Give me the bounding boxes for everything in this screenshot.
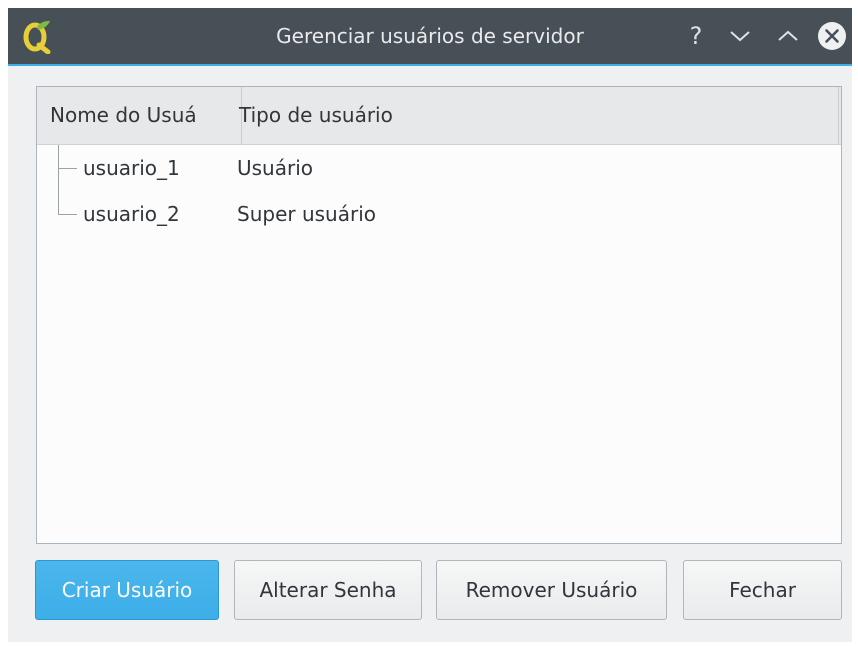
minimize-button[interactable]: [724, 20, 756, 52]
change-password-button[interactable]: Alterar Senha: [234, 560, 422, 620]
users-tree[interactable]: Nome do Usuá Tipo de usuário usuario_1 U…: [36, 86, 842, 544]
help-button[interactable]: ?: [680, 20, 712, 52]
help-label: ?: [689, 22, 703, 50]
close-window-button[interactable]: [816, 20, 848, 52]
column-header-name[interactable]: Nome do Usuá: [37, 87, 242, 144]
maximize-button[interactable]: [772, 20, 804, 52]
dialog-window: Gerenciar usuários de servidor ? Nome do…: [8, 8, 852, 642]
remove-user-button[interactable]: Remover Usuário: [436, 560, 667, 620]
title-bar[interactable]: Gerenciar usuários de servidor ?: [8, 8, 852, 64]
user-name-cell: usuario_1: [83, 156, 180, 180]
table-row[interactable]: usuario_1 Usuário: [37, 145, 841, 191]
chevron-down-icon: [730, 31, 750, 42]
user-type-cell: Super usuário: [237, 202, 376, 226]
qgis-icon: [22, 18, 52, 55]
user-name-cell: usuario_2: [83, 202, 180, 226]
close-button[interactable]: Fechar: [683, 560, 842, 620]
column-header-type[interactable]: Tipo de usuário: [230, 87, 847, 144]
tree-branch-connector: [58, 168, 77, 169]
header-end-divider: [838, 87, 839, 144]
close-icon: [818, 22, 846, 50]
create-user-button[interactable]: Criar Usuário: [35, 560, 219, 620]
table-row[interactable]: usuario_2 Super usuário: [37, 191, 841, 237]
user-type-cell: Usuário: [237, 156, 314, 180]
tree-branch-connector: [58, 214, 77, 215]
tree-header: Nome do Usuá Tipo de usuário: [37, 87, 841, 145]
title-bar-accent: [8, 64, 852, 66]
chevron-up-icon: [778, 30, 798, 41]
